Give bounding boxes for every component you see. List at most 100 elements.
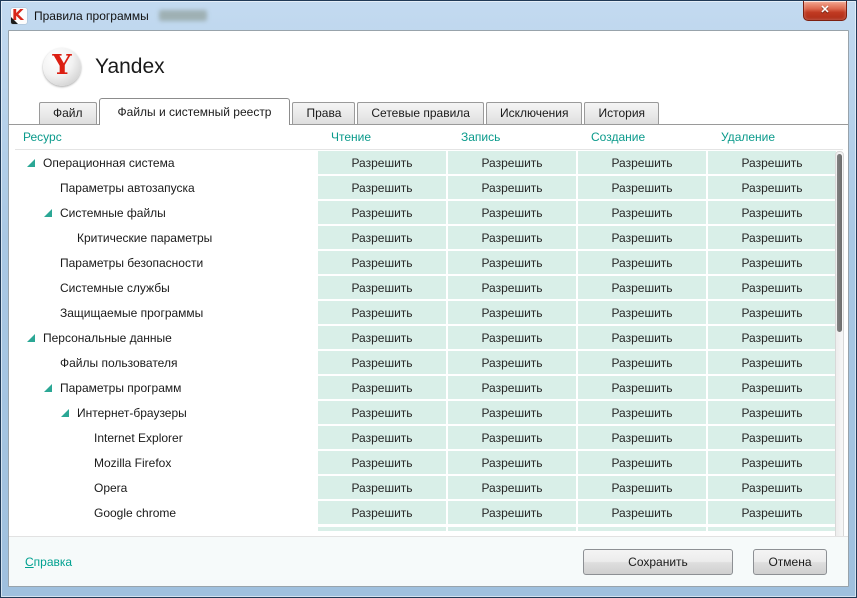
tab[interactable]: Сетевые правила — [357, 102, 484, 124]
permission-cell[interactable]: Разрешить — [448, 301, 576, 324]
permission-cell[interactable]: Разрешить — [318, 201, 446, 224]
permission-cell[interactable]: Разрешить — [708, 176, 836, 199]
permission-cell[interactable]: Разрешить — [578, 326, 706, 349]
table-row[interactable]: Системные службы Разрешить Разрешить Разре… — [15, 275, 843, 300]
cancel-button[interactable]: Отмена — [753, 548, 827, 575]
table-row[interactable]: Internet Explorer Разрешить Разрешить Разр… — [15, 425, 843, 450]
tab[interactable]: Исключения — [485, 102, 583, 124]
permission-cell[interactable]: Разрешить — [578, 176, 706, 199]
permission-cell[interactable]: Разрешить — [708, 151, 836, 174]
permission-cell[interactable]: Разрешить — [318, 426, 446, 449]
permission-cell[interactable]: Разрешить — [448, 276, 576, 299]
resource-cell[interactable]: Защищаемые программы — [15, 306, 318, 320]
permission-cell[interactable]: Разрешить — [578, 226, 706, 249]
permission-cell[interactable]: Разрешить — [448, 201, 576, 224]
table-row[interactable]: Операционная система Разрешить Разрешить Р… — [15, 150, 843, 175]
permission-cell[interactable]: Разрешить — [578, 151, 706, 174]
resource-cell[interactable]: Системные службы — [15, 281, 318, 295]
resource-cell[interactable]: Internet Explorer — [15, 431, 318, 445]
permission-cell[interactable]: Разрешить — [708, 401, 836, 424]
permission-cell[interactable]: Разрешить — [318, 376, 446, 399]
permission-cell[interactable]: Разрешить — [448, 326, 576, 349]
table-row[interactable]: Файлы пользователя Разрешить Разрешить Раз… — [15, 350, 843, 375]
expander-icon[interactable] — [61, 408, 69, 417]
permission-cell[interactable]: Разрешить — [448, 226, 576, 249]
permission-cell[interactable]: Разрешить — [578, 451, 706, 474]
table-row[interactable]: Opera Разрешить Разрешить Разрешить Разреши… — [15, 475, 843, 500]
table-row[interactable]: Google chrome Разрешить Разрешить Разрешит… — [15, 500, 843, 525]
permission-cell[interactable]: Разрешить — [708, 326, 836, 349]
table-row[interactable]: Критические параметры Разрешить Разрешить… — [15, 225, 843, 250]
table-row[interactable]: Интернет-браузеры Разрешить Разрешить Разр… — [15, 400, 843, 425]
resource-cell[interactable]: Google chrome — [15, 506, 318, 520]
permission-cell[interactable]: Разрешить — [448, 351, 576, 374]
permission-cell[interactable]: Разрешить — [578, 501, 706, 524]
permission-cell[interactable]: Разрешить — [318, 251, 446, 274]
permission-cell[interactable]: Разрешить — [578, 351, 706, 374]
permission-cell[interactable]: Разрешить — [318, 476, 446, 499]
permission-cell[interactable]: Разрешить — [708, 376, 836, 399]
table-row[interactable]: Параметры программ Разрешить Разрешить Раз… — [15, 375, 843, 400]
permission-cell[interactable]: Разрешить — [578, 476, 706, 499]
resource-cell[interactable]: Критические параметры — [15, 231, 318, 245]
resource-cell[interactable]: Интернет-браузеры — [15, 406, 318, 420]
permission-cell[interactable]: Разрешить — [448, 151, 576, 174]
permission-cell[interactable]: Разрешить — [318, 501, 446, 524]
permission-cell[interactable]: Разрешить — [708, 426, 836, 449]
tab[interactable]: Файл — [39, 102, 97, 124]
permission-cell[interactable]: Разрешить — [448, 251, 576, 274]
tab[interactable]: Права — [292, 102, 356, 124]
permission-cell[interactable]: Разрешить — [578, 401, 706, 424]
permission-cell[interactable]: Разрешить — [708, 301, 836, 324]
table-row[interactable]: Параметры безопасности Разрешить Разрешит… — [15, 250, 843, 275]
title-bar[interactable]: K Правила программы ✕ — [1, 1, 856, 30]
help-link[interactable]: Справка — [25, 555, 72, 569]
permission-cell[interactable]: Разрешить — [578, 301, 706, 324]
permission-cell[interactable]: Разрешить — [448, 426, 576, 449]
expander-icon[interactable] — [44, 208, 52, 217]
close-icon[interactable]: ✕ — [803, 1, 847, 21]
expander-icon[interactable] — [44, 383, 52, 392]
permission-cell[interactable]: Разрешить — [448, 501, 576, 524]
permission-cell[interactable]: Разрешить — [708, 226, 836, 249]
tab[interactable]: Файлы и системный реестр — [98, 98, 291, 125]
table-row[interactable]: Защищаемые программы Разрешить Разрешить Р… — [15, 300, 843, 325]
expander-icon[interactable] — [27, 333, 35, 342]
permission-cell[interactable]: Разрешить — [318, 301, 446, 324]
tab[interactable]: История — [584, 102, 660, 124]
permission-cell[interactable]: Разрешить — [318, 176, 446, 199]
resource-cell[interactable]: Файлы пользователя — [15, 356, 318, 370]
scrollbar-thumb[interactable] — [837, 154, 842, 332]
table-row[interactable]: Параметры автозапуска Разрешить Разрешить… — [15, 175, 843, 200]
permission-cell[interactable]: Разрешить — [318, 226, 446, 249]
permission-cell[interactable]: Разрешить — [448, 376, 576, 399]
table-row[interactable]: Системные файлы Разрешить Разрешить Разреш… — [15, 200, 843, 225]
permission-cell[interactable]: Разрешить — [448, 451, 576, 474]
permission-cell[interactable]: Разрешить — [578, 276, 706, 299]
resource-cell[interactable]: Mozilla Firefox — [15, 456, 318, 470]
resource-cell[interactable]: Персональные данные — [15, 331, 318, 345]
permission-cell[interactable]: Разрешить — [708, 351, 836, 374]
permission-cell[interactable]: Разрешить — [708, 201, 836, 224]
permission-cell[interactable]: Разрешить — [708, 501, 836, 524]
permission-cell[interactable]: Разрешить — [318, 451, 446, 474]
permission-cell[interactable]: Разрешить — [448, 401, 576, 424]
permission-cell[interactable]: Разрешить — [708, 251, 836, 274]
permission-cell[interactable]: Разрешить — [318, 326, 446, 349]
save-button[interactable]: Сохранить — [583, 548, 733, 575]
permission-cell[interactable]: Разрешить — [318, 151, 446, 174]
permission-cell[interactable]: Разрешить — [318, 401, 446, 424]
resource-cell[interactable]: Opera — [15, 481, 318, 495]
table-row[interactable]: Персональные данные Разрешить Разрешить Ра… — [15, 325, 843, 350]
permission-cell[interactable]: Разрешить — [578, 201, 706, 224]
permission-cell[interactable]: Разрешить — [318, 351, 446, 374]
permission-cell[interactable]: Разрешить — [578, 376, 706, 399]
expander-icon[interactable] — [27, 158, 35, 167]
permission-cell[interactable]: Разрешить — [708, 451, 836, 474]
permission-cell[interactable]: Разрешить — [708, 276, 836, 299]
permission-cell[interactable]: Разрешить — [318, 276, 446, 299]
permission-cell[interactable]: Разрешить — [578, 251, 706, 274]
permission-cell[interactable]: Разрешить — [578, 426, 706, 449]
resource-cell[interactable]: Системные файлы — [15, 206, 318, 220]
permission-cell[interactable]: Разрешить — [448, 176, 576, 199]
